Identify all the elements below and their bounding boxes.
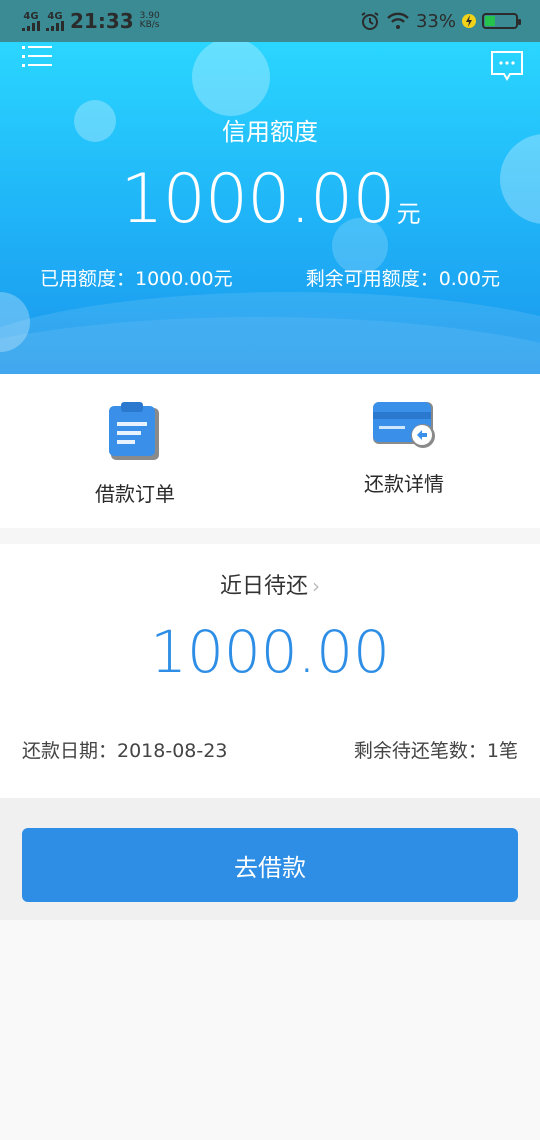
- loan-orders-label: 借款订单: [95, 482, 175, 506]
- quick-actions: 借款订单 还款详情: [0, 374, 540, 528]
- credit-amount-value: 1000.00: [120, 160, 395, 239]
- credit-label: 信用额度: [222, 118, 318, 146]
- charging-icon: [462, 14, 476, 28]
- due-date: 还款日期：2018-08-23: [22, 740, 228, 762]
- upcoming-repayment-label: 近日待还: [219, 574, 308, 599]
- status-right: 33%: [360, 10, 521, 32]
- message-icon[interactable]: [490, 50, 524, 82]
- network-speed-unit: KB/s: [139, 20, 160, 30]
- alarm-icon: [361, 12, 379, 30]
- repayment-details-label: 还款详情: [364, 472, 444, 496]
- decor-bubble: [192, 42, 270, 116]
- remaining-count: 剩余待还笔数：1笔: [353, 740, 518, 762]
- upcoming-repayment-title[interactable]: 近日待还 ›: [0, 568, 540, 600]
- remaining-credit: 剩余可用额度：0.00元: [305, 268, 500, 290]
- network-speed: 3.90 KB/s: [140, 12, 160, 30]
- borrow-button[interactable]: 去借款: [22, 828, 518, 902]
- credit-header: 信用额度 1000.00元 已用额度：1000.00元 剩余可用额度：0.00元: [0, 42, 540, 374]
- wifi-icon: [387, 12, 409, 29]
- empty-area: [0, 920, 540, 1140]
- signal-icon-2: 4G: [46, 10, 64, 31]
- signal-icon: 4G: [22, 10, 40, 31]
- upcoming-repayment-card[interactable]: 近日待还 › 1000.00 还款日期：2018-08-23 剩余待还笔数：1笔: [0, 544, 540, 798]
- network-type-1: 4G: [23, 10, 39, 22]
- clipboard-icon: [109, 402, 159, 460]
- credit-unit: 元: [396, 200, 421, 228]
- status-time: 21:33: [70, 9, 134, 33]
- battery-level: [485, 16, 495, 26]
- repayment-details-button[interactable]: 还款详情: [304, 400, 504, 497]
- action-area: 去借款: [0, 798, 540, 920]
- card-icon: [373, 402, 435, 448]
- due-amount: 1000.00: [150, 618, 390, 686]
- chevron-right-icon: ›: [312, 574, 320, 598]
- status-bar: 4G 4G 21:33 3.90 KB/s 33%: [0, 0, 540, 42]
- loan-orders-button[interactable]: 借款订单: [35, 400, 235, 507]
- battery-percent: 33%: [415, 10, 456, 32]
- status-left: 4G 4G 21:33 3.90 KB/s: [22, 9, 160, 33]
- menu-icon[interactable]: [22, 42, 54, 70]
- network-type-2: 4G: [47, 10, 63, 22]
- credit-amount: 1000.00元: [0, 160, 540, 239]
- battery-icon: [482, 13, 521, 29]
- used-credit: 已用额度：1000.00元: [40, 268, 233, 290]
